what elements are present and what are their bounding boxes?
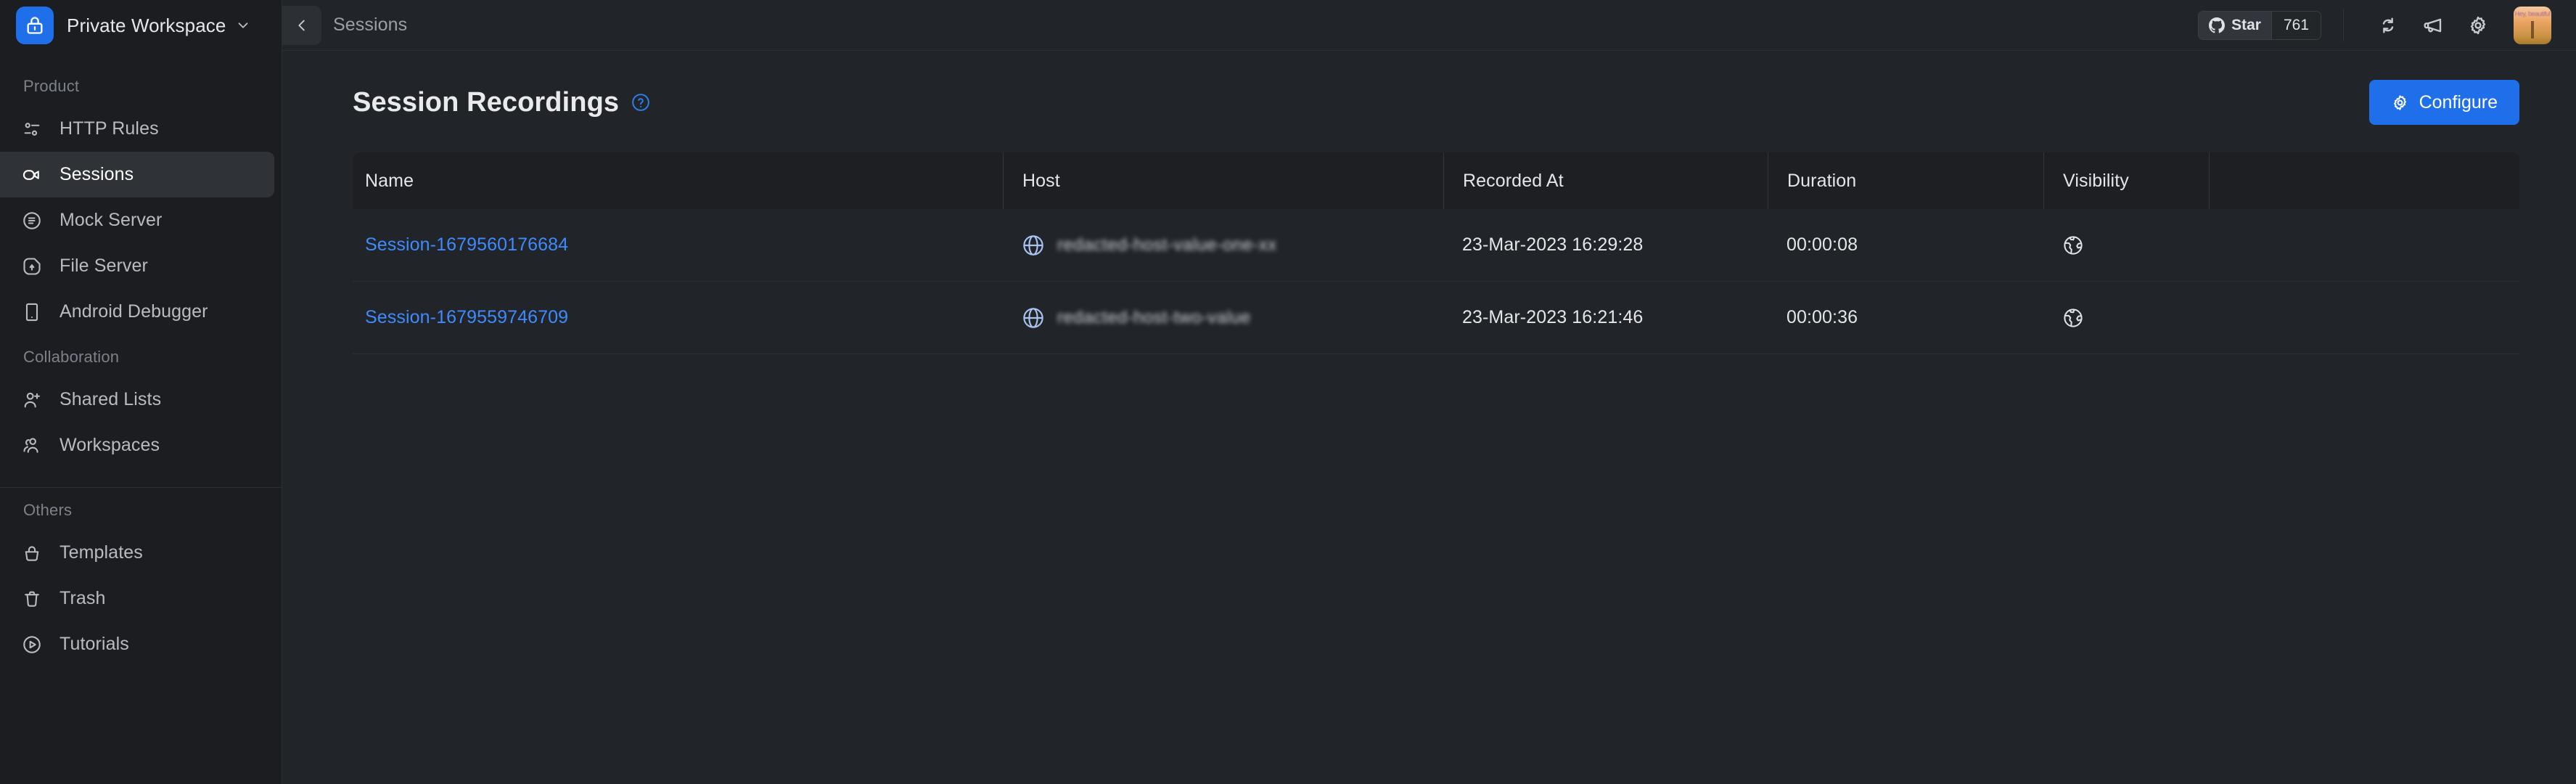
sidebar-item-label: Android Debugger bbox=[60, 301, 208, 322]
cell-visibility bbox=[2043, 282, 2209, 354]
column-header-host[interactable]: Host bbox=[1003, 152, 1443, 209]
cell-duration: 00:00:08 bbox=[1787, 234, 1858, 255]
top-bar: Sessions Star 761 Hey, beautiful bbox=[282, 0, 2576, 51]
announcements-button[interactable] bbox=[2411, 3, 2456, 48]
github-star-button[interactable]: Star 761 bbox=[2198, 10, 2321, 40]
github-star-label: Star bbox=[2231, 16, 2261, 33]
cell-name: Session-1679559746709 bbox=[353, 282, 1003, 354]
configure-button-label: Configure bbox=[2419, 91, 2498, 113]
cell-recorded-at: 23-Mar-2023 16:29:28 bbox=[1462, 234, 1644, 255]
host-text: redacted-host-value-one-xx bbox=[1057, 234, 1277, 255]
configure-button[interactable]: Configure bbox=[2368, 80, 2519, 125]
sidebar-item-label: Trash bbox=[60, 588, 106, 608]
chevron-left-icon bbox=[298, 20, 305, 31]
workspace-selector[interactable]: Private Workspace bbox=[0, 0, 282, 51]
sidebar-item-label: Tutorials bbox=[60, 634, 129, 654]
favicon-globe-icon bbox=[1023, 234, 1043, 256]
github-star-left: Star bbox=[2199, 11, 2271, 39]
globe-icon[interactable] bbox=[2062, 307, 2084, 329]
cell-host: redacted-host-two-value bbox=[1003, 282, 1443, 354]
templates-icon bbox=[16, 543, 48, 563]
github-star-count: 761 bbox=[2271, 11, 2321, 39]
sidebar-item-label: Templates bbox=[60, 542, 143, 563]
sidebar-collapse-button[interactable] bbox=[282, 6, 321, 45]
video-camera-icon bbox=[16, 165, 48, 185]
sidebar-item-tutorials[interactable]: Tutorials bbox=[0, 621, 274, 667]
sidebar-item-label: File Server bbox=[60, 256, 148, 276]
workspace-name: Private Workspace bbox=[67, 14, 226, 36]
topbar-separator bbox=[2343, 9, 2344, 41]
user-avatar[interactable]: Hey, beautiful bbox=[2514, 6, 2551, 44]
gear-icon bbox=[2393, 94, 2406, 110]
table-row[interactable]: Session-1679560176684 redacted-host-valu… bbox=[353, 209, 2519, 282]
cell-actions bbox=[2209, 209, 2519, 281]
http-rules-icon bbox=[16, 119, 48, 139]
chevron-down-icon[interactable] bbox=[235, 17, 251, 33]
lock-icon bbox=[16, 7, 54, 44]
table-row[interactable]: Session-1679559746709 redacted-host-two-… bbox=[353, 282, 2519, 354]
sidebar-item-templates[interactable]: Templates bbox=[0, 530, 274, 576]
cell-name: Session-1679560176684 bbox=[353, 209, 1003, 281]
sidebar-item-workspaces[interactable]: Workspaces bbox=[0, 422, 274, 468]
sidebar-item-http-rules[interactable]: HTTP Rules bbox=[0, 106, 274, 152]
sync-button[interactable] bbox=[2366, 3, 2411, 48]
avatar-overlay-text: Hey, beautiful bbox=[2514, 10, 2551, 17]
help-circle-icon[interactable] bbox=[631, 93, 650, 112]
sessions-table: Name Host Recorded At Duration Visibilit… bbox=[353, 152, 2519, 354]
trash-icon bbox=[16, 589, 48, 609]
host-value: redacted-host-value-one-xx bbox=[1022, 234, 1277, 257]
section-label-collaboration: Collaboration bbox=[23, 348, 120, 366]
users-group-icon bbox=[16, 436, 48, 456]
content-area: Sessions Star 761 Hey, beautiful Session… bbox=[282, 0, 2576, 784]
table-header-row: Name Host Recorded At Duration Visibilit… bbox=[353, 152, 2519, 209]
globe-icon[interactable] bbox=[2062, 234, 2084, 256]
cell-actions bbox=[2209, 282, 2519, 354]
user-add-icon bbox=[16, 390, 48, 410]
column-header-actions bbox=[2209, 152, 2519, 209]
sidebar-item-label: Mock Server bbox=[60, 210, 163, 230]
file-server-icon bbox=[16, 256, 48, 277]
gear-icon bbox=[2470, 16, 2486, 34]
breadcrumb: Sessions bbox=[333, 15, 408, 35]
session-link[interactable]: Session-1679559746709 bbox=[365, 307, 568, 328]
sidebar-item-android-debugger[interactable]: Android Debugger bbox=[0, 289, 274, 335]
sidebar: Private Workspace Product HTTP Rules Ses… bbox=[0, 0, 321, 784]
session-link[interactable]: Session-1679560176684 bbox=[365, 234, 568, 256]
github-icon bbox=[2209, 17, 2226, 33]
section-label-product: Product bbox=[23, 77, 80, 95]
megaphone-icon bbox=[2424, 18, 2442, 32]
sidebar-item-trash[interactable]: Trash bbox=[0, 576, 274, 621]
page-header: Session Recordings Configure bbox=[353, 80, 2519, 125]
sidebar-item-label: Shared Lists bbox=[60, 389, 162, 409]
column-header-visibility[interactable]: Visibility bbox=[2043, 152, 2209, 209]
column-header-name[interactable]: Name bbox=[353, 152, 1003, 209]
column-header-duration[interactable]: Duration bbox=[1768, 152, 2043, 209]
sidebar-item-label: Workspaces bbox=[60, 435, 160, 455]
sidebar-nav: Product HTTP Rules Sessions Mock Server … bbox=[0, 51, 282, 784]
section-label-others: Others bbox=[23, 501, 73, 519]
main-content: Session Recordings Configure Name Host R… bbox=[282, 51, 2576, 784]
mobile-device-icon bbox=[16, 302, 48, 322]
sidebar-item-sessions[interactable]: Sessions bbox=[0, 152, 274, 197]
settings-button[interactable] bbox=[2456, 3, 2501, 48]
sidebar-item-shared-lists[interactable]: Shared Lists bbox=[0, 377, 274, 422]
mock-server-icon bbox=[16, 211, 48, 231]
cell-recorded-at: 23-Mar-2023 16:21:46 bbox=[1462, 307, 1644, 327]
host-value: redacted-host-two-value bbox=[1022, 306, 1251, 330]
sync-icon bbox=[2382, 17, 2394, 33]
cell-visibility bbox=[2043, 209, 2209, 281]
cell-duration: 00:00:36 bbox=[1787, 307, 1858, 327]
host-text: redacted-host-two-value bbox=[1057, 307, 1251, 327]
sidebar-item-file-server[interactable]: File Server bbox=[0, 243, 274, 289]
sidebar-item-label: Sessions bbox=[60, 164, 134, 184]
sidebar-item-label: HTTP Rules bbox=[60, 118, 159, 139]
play-circle-icon bbox=[16, 634, 48, 655]
page-title: Session Recordings bbox=[353, 86, 620, 118]
column-header-recorded-at[interactable]: Recorded At bbox=[1443, 152, 1768, 209]
favicon-globe-icon bbox=[1023, 307, 1043, 328]
sidebar-item-mock-server[interactable]: Mock Server bbox=[0, 197, 274, 243]
cell-host: redacted-host-value-one-xx bbox=[1003, 209, 1443, 281]
